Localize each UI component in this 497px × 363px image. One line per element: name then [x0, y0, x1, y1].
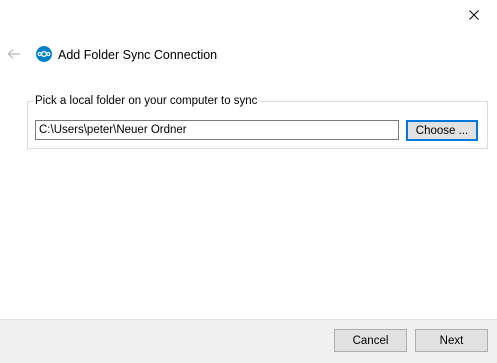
local-folder-path-input[interactable] [35, 120, 399, 140]
back-arrow-icon [7, 49, 20, 59]
next-button[interactable]: Next [415, 329, 488, 352]
back-button[interactable] [4, 44, 24, 64]
close-icon [469, 10, 479, 20]
add-folder-sync-dialog: Add Folder Sync Connection Pick a local … [0, 0, 497, 363]
nextcloud-logo-icon [36, 46, 52, 62]
local-folder-group-label: Pick a local folder on your computer to … [33, 95, 260, 107]
cancel-button[interactable]: Cancel [334, 329, 407, 352]
dialog-title: Add Folder Sync Connection [58, 48, 218, 62]
close-button[interactable] [451, 0, 497, 30]
choose-folder-button[interactable]: Choose ... [406, 120, 478, 141]
